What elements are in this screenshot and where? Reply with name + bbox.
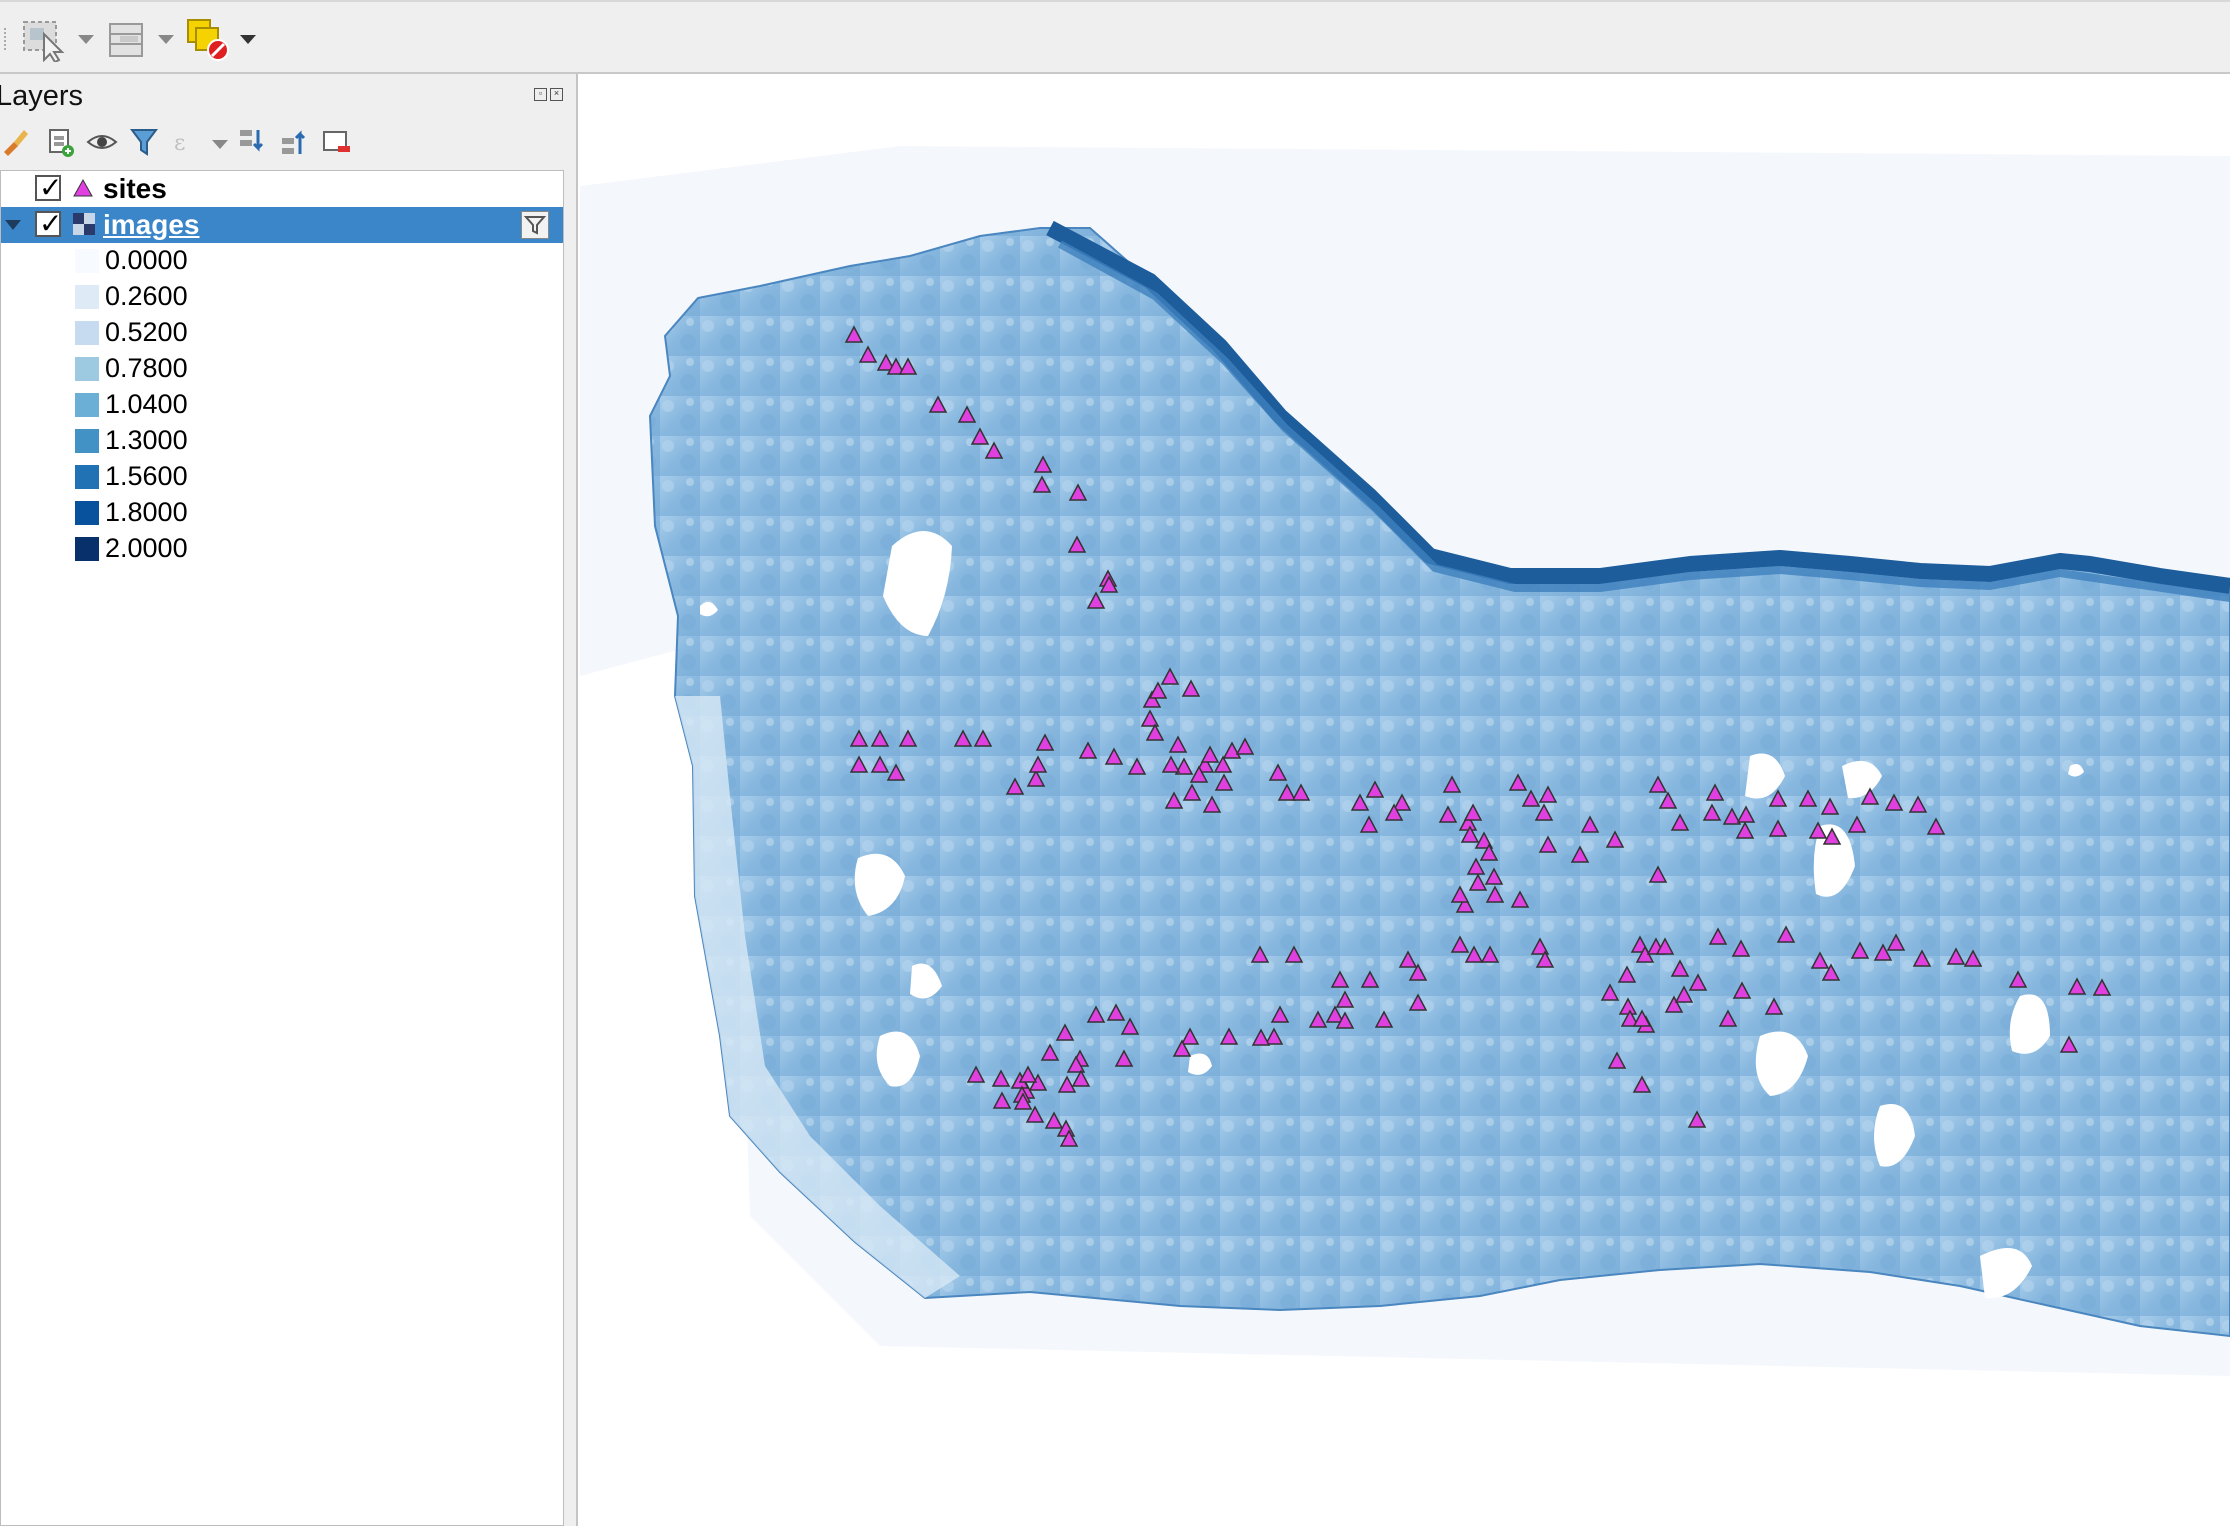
legend-swatch bbox=[75, 501, 99, 525]
toolbar-grip[interactable] bbox=[4, 28, 9, 50]
legend-entry: 1.5600 bbox=[75, 459, 375, 493]
legend-swatch bbox=[75, 537, 99, 561]
legend-label: 1.8000 bbox=[105, 497, 188, 527]
layer-name: images bbox=[103, 209, 200, 240]
legend-entry: 0.5200 bbox=[75, 315, 375, 349]
legend-entry: 0.0000 bbox=[75, 243, 375, 277]
layers-panel: Layers ▫ × ε ✓ sites ✓ images 0.0000 0.2… bbox=[0, 74, 578, 1526]
chevron-down-icon[interactable] bbox=[240, 34, 256, 44]
legend-label: 1.0400 bbox=[105, 389, 188, 419]
layer-name: sites bbox=[103, 173, 167, 204]
main-toolbar bbox=[0, 0, 2230, 74]
select-features-icon bbox=[23, 21, 65, 62]
map-svg[interactable] bbox=[580, 76, 2230, 1526]
raster-icon bbox=[73, 213, 95, 235]
expand-arrow-icon[interactable] bbox=[5, 220, 21, 230]
legend-swatch bbox=[75, 465, 99, 489]
deselect-features-icon bbox=[187, 19, 229, 61]
float-panel-icon[interactable]: ▫ bbox=[534, 88, 547, 101]
panel-title: Layers bbox=[0, 80, 84, 112]
layer-filter-button[interactable] bbox=[521, 211, 549, 239]
chevron-down-icon[interactable] bbox=[78, 34, 94, 44]
legend-entry: 1.3000 bbox=[75, 423, 375, 457]
legend-swatch bbox=[75, 357, 99, 381]
svg-text:ε: ε bbox=[174, 131, 185, 156]
layers-toolbar: ε bbox=[0, 120, 560, 168]
legend-label: 0.2600 bbox=[105, 281, 188, 311]
legend-entry: 2.0000 bbox=[75, 531, 375, 565]
layer-tree: sites images 0.0000 0.2600 bbox=[0, 170, 564, 1526]
remove-layer-icon[interactable] bbox=[320, 126, 352, 158]
chevron-down-icon[interactable] bbox=[212, 140, 228, 149]
legend-entry: 0.2600 bbox=[75, 279, 375, 313]
layer-row-images[interactable]: images bbox=[1, 207, 563, 243]
select-features-button[interactable] bbox=[20, 16, 94, 62]
chevron-down-icon[interactable] bbox=[158, 34, 174, 44]
legend-entry: 1.0400 bbox=[75, 387, 375, 421]
close-icon[interactable]: × bbox=[550, 88, 563, 101]
style-paint-icon[interactable] bbox=[0, 126, 32, 158]
legend-swatch bbox=[75, 249, 99, 273]
layer-visibility-checkbox[interactable] bbox=[35, 171, 62, 204]
deselect-features-button[interactable] bbox=[186, 16, 256, 62]
legend-swatch bbox=[75, 321, 99, 345]
visibility-eye-icon[interactable] bbox=[86, 126, 118, 158]
attribute-table-button[interactable] bbox=[106, 16, 174, 62]
expand-all-icon[interactable] bbox=[236, 126, 268, 158]
map-canvas[interactable] bbox=[580, 76, 2230, 1526]
legend-swatch bbox=[75, 393, 99, 417]
filter-legend-icon[interactable] bbox=[128, 126, 160, 158]
legend-entry: 1.8000 bbox=[75, 495, 375, 529]
legend-label: 1.5600 bbox=[105, 461, 188, 491]
add-group-icon[interactable] bbox=[44, 126, 76, 158]
legend-entry: 0.7800 bbox=[75, 351, 375, 385]
legend-swatch bbox=[75, 429, 99, 453]
layer-row-sites[interactable]: sites bbox=[1, 171, 563, 207]
layer-visibility-checkbox[interactable] bbox=[35, 207, 62, 240]
legend-label: 2.0000 bbox=[105, 533, 188, 563]
legend-label: 0.7800 bbox=[105, 353, 188, 383]
triangle-point-icon bbox=[73, 179, 93, 197]
legend-swatch bbox=[75, 285, 99, 309]
expression-filter-icon[interactable]: ε bbox=[170, 126, 202, 158]
collapse-all-icon[interactable] bbox=[278, 126, 310, 158]
legend-label: 0.0000 bbox=[105, 245, 188, 275]
filter-icon bbox=[523, 216, 547, 235]
attribute-table-icon bbox=[109, 23, 143, 57]
legend-label: 1.3000 bbox=[105, 425, 188, 455]
legend-label: 0.5200 bbox=[105, 317, 188, 347]
